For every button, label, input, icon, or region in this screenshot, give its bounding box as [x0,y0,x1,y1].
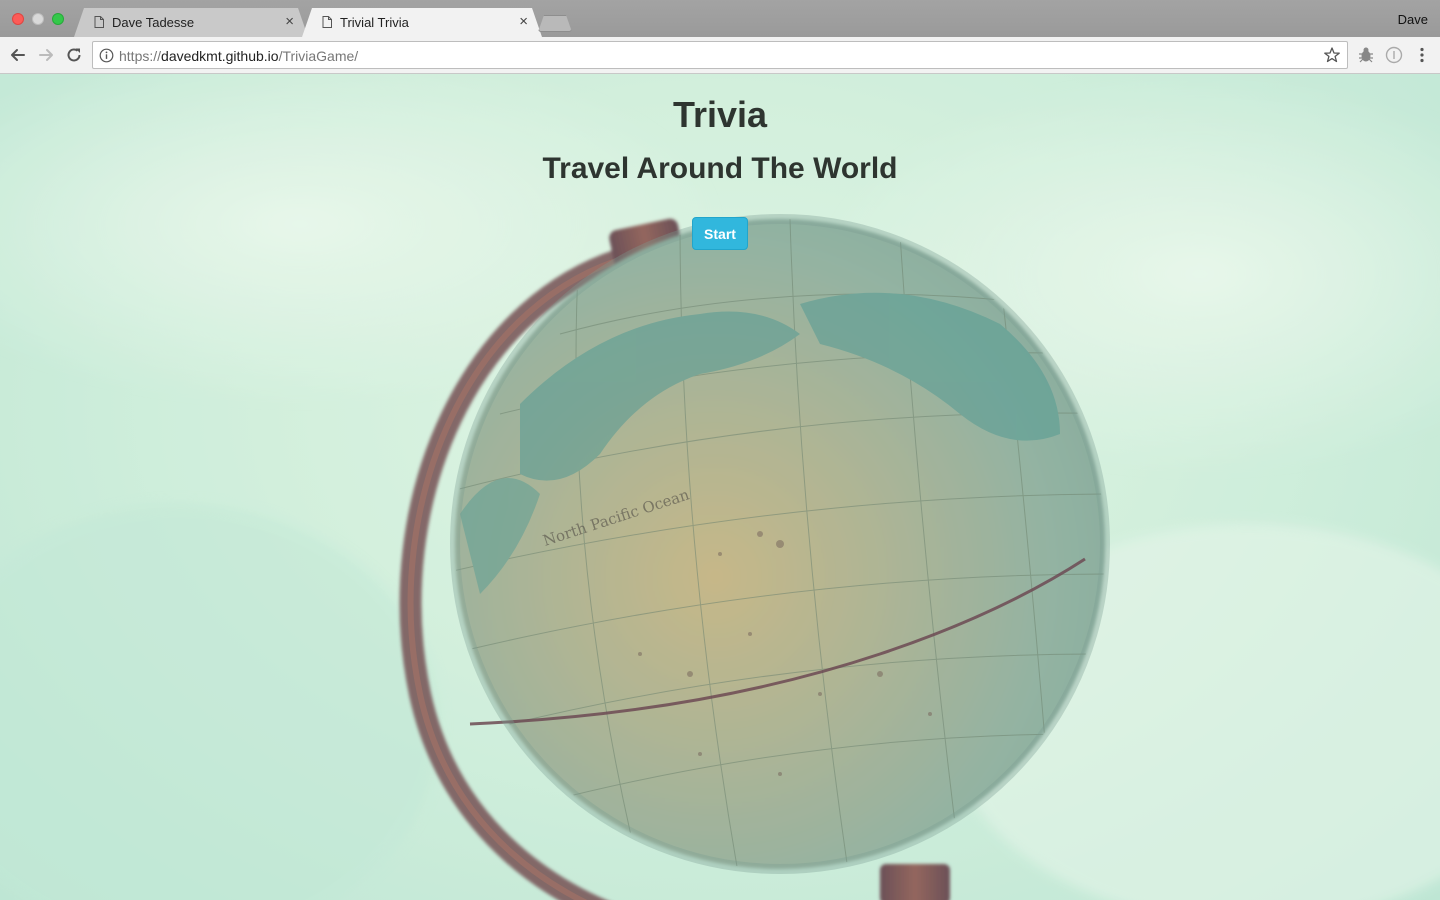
browser-toolbar: https://davedkmt.github.io/TriviaGame/ [0,37,1440,74]
profile-name[interactable]: Dave [1398,12,1428,27]
new-tab-button[interactable] [538,15,572,32]
browser-titlebar: Dave Tadesse × Trivial Trivia × Dave [0,0,1440,37]
page-viewport: North Pacific Ocean Trivia Travel Around… [0,74,1440,900]
window-close-button[interactable] [12,13,24,25]
page-title: Trivia [672,94,768,135]
tab-dave-tadesse[interactable]: Dave Tadesse × [74,8,308,37]
url-path: /TriviaGame/ [278,48,359,64]
tab-label: Trivial Trivia [340,15,409,30]
tab-close-icon[interactable]: × [285,13,294,30]
extension-circle-icon[interactable] [1385,46,1403,64]
address-bar[interactable]: https://davedkmt.github.io/TriviaGame/ [92,41,1348,69]
url-text[interactable]: https://davedkmt.github.io/TriviaGame/ [119,48,358,64]
menu-dots-icon[interactable] [1413,46,1431,64]
url-host: davedkmt.github.io [161,48,279,64]
document-icon [94,16,104,28]
tab-trivial-trivia[interactable]: Trivial Trivia × [302,8,542,37]
document-icon [322,16,332,28]
back-arrow-icon[interactable] [8,45,28,65]
globe-background-image: North Pacific Ocean [0,74,1440,900]
window-minimize-button[interactable] [32,13,44,25]
start-button[interactable]: Start [692,217,748,250]
reload-icon[interactable] [64,45,84,65]
star-icon[interactable] [1323,46,1341,64]
tab-label: Dave Tadesse [112,15,195,30]
url-scheme: https:// [119,48,162,64]
forward-arrow-icon[interactable] [36,45,56,65]
extension-bug-icon[interactable] [1357,46,1375,64]
window-maximize-button[interactable] [52,13,64,25]
info-icon[interactable] [99,48,114,63]
page-subtitle: Travel Around The World [542,152,898,185]
tab-close-icon[interactable]: × [519,13,528,30]
